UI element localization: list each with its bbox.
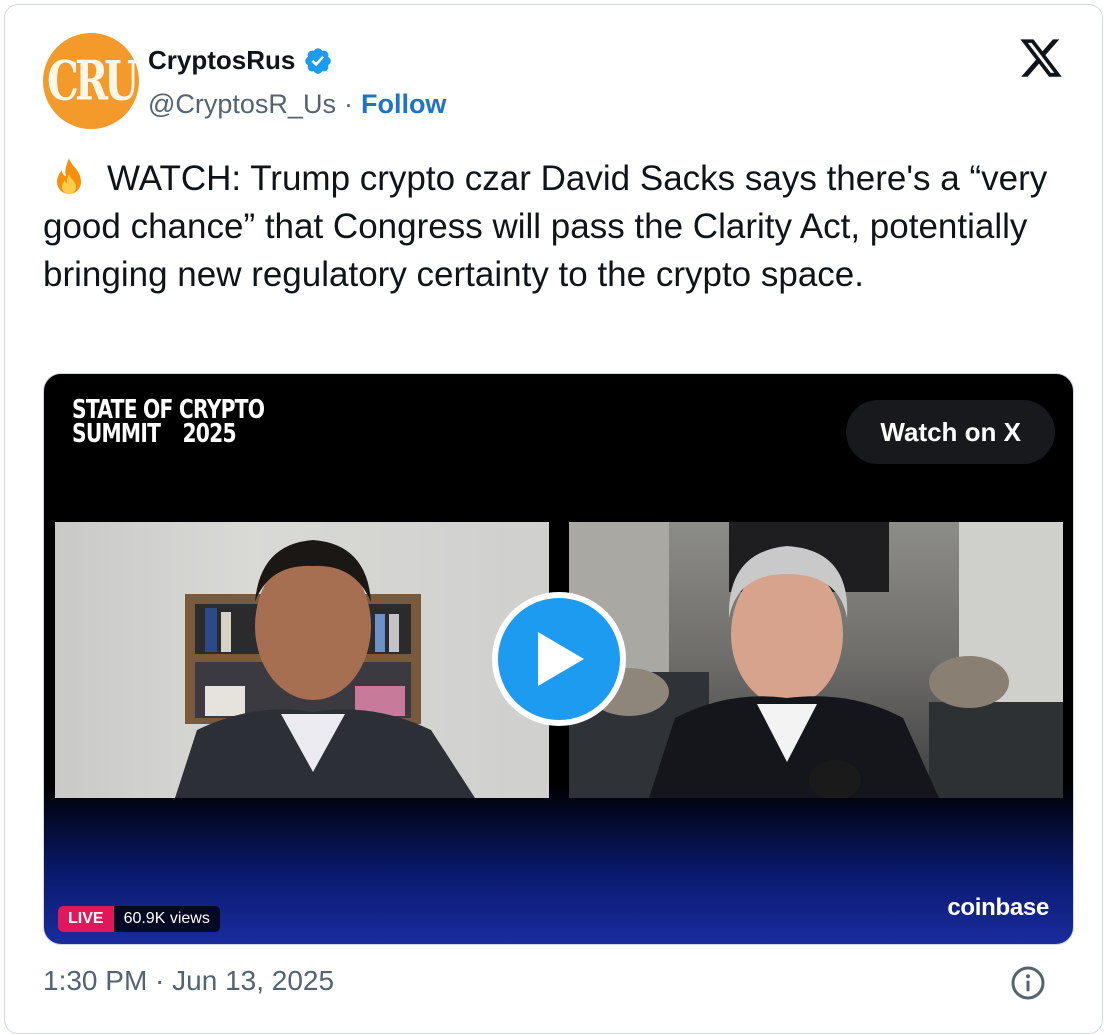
video-player[interactable]: STATE OF CRYPTO SUMMIT 2025 Watch on X L… xyxy=(43,373,1074,945)
right-speaker-scene xyxy=(569,522,1063,798)
tweet-text: WATCH: Trump crypto czar David Sacks say… xyxy=(43,155,1083,299)
live-status: LIVE 60.9K views xyxy=(58,906,220,932)
watch-on-x-button[interactable]: Watch on X xyxy=(846,400,1055,464)
sponsor-logo: coinbase xyxy=(947,894,1049,921)
summit-title-line2: SUMMIT 2025 xyxy=(72,419,237,449)
summit-word: SUMMIT xyxy=(72,419,161,449)
summit-title: STATE OF CRYPTO SUMMIT 2025 xyxy=(72,397,265,449)
play-icon xyxy=(538,632,584,686)
author-name-row[interactable]: CryptosRus xyxy=(148,45,333,76)
left-speaker-scene xyxy=(175,540,475,798)
live-badge: LIVE xyxy=(58,906,114,932)
avatar-logo-text: CRU xyxy=(47,49,139,113)
tweet-card: CRU CryptosRus @CryptosR_Us · Follow WAT… xyxy=(4,4,1103,1034)
verified-badge-icon xyxy=(305,47,332,74)
fire-icon xyxy=(57,158,81,194)
follow-button[interactable]: Follow xyxy=(361,89,446,120)
tweet-body: WATCH: Trump crypto czar David Sacks say… xyxy=(43,159,1048,294)
avatar[interactable]: CRU xyxy=(43,33,139,129)
author-handle[interactable]: @CryptosR_Us xyxy=(148,89,336,120)
summit-year: 2025 xyxy=(182,419,236,449)
view-count: 60.9K views xyxy=(123,910,210,927)
x-logo-icon[interactable] xyxy=(1018,35,1064,81)
author-handle-row: @CryptosR_Us · Follow xyxy=(148,89,446,120)
info-icon[interactable] xyxy=(1010,965,1046,1001)
separator-dot: · xyxy=(343,89,353,119)
play-button[interactable] xyxy=(492,592,626,726)
video-right-speaker-frame xyxy=(569,522,1063,798)
author-display-name[interactable]: CryptosRus xyxy=(148,45,295,76)
video-left-speaker-frame xyxy=(55,522,549,798)
tweet-timestamp[interactable]: 1:30 PM · Jun 13, 2025 xyxy=(43,965,334,997)
